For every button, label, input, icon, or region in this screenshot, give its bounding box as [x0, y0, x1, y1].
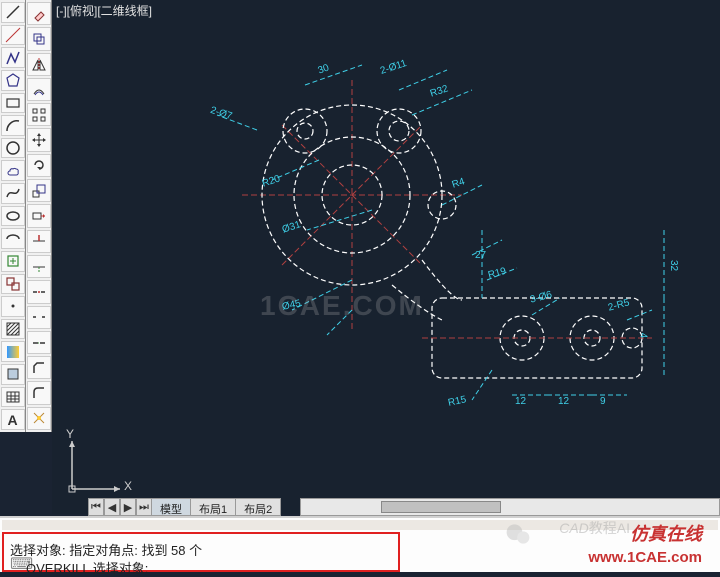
watermark-site-cn: 仿真在线 [630, 520, 702, 546]
rectangle-tool[interactable] [1, 93, 25, 114]
trim-tool[interactable] [27, 230, 51, 253]
tab-model[interactable]: 模型 [152, 498, 191, 516]
tab-layout1[interactable]: 布局1 [191, 498, 236, 516]
dim-32: 32 [668, 260, 679, 271]
draw-toolbar: A [0, 0, 26, 432]
stretch-tool[interactable] [27, 204, 51, 227]
horizontal-scrollbar[interactable] [300, 498, 720, 516]
modify-toolbar [26, 0, 52, 432]
break-at-point-tool[interactable] [27, 280, 51, 303]
make-block-tool[interactable] [1, 274, 25, 295]
hatch-tool[interactable] [1, 319, 25, 340]
construction-line-tool[interactable] [1, 25, 25, 46]
tab-layout2[interactable]: 布局2 [236, 498, 281, 516]
watermark-center: 1CAE.COM [260, 290, 424, 322]
tab-first[interactable]: ⏮ [88, 498, 104, 516]
ellipse-tool[interactable] [1, 206, 25, 227]
tab-last[interactable]: ⏭ [136, 498, 152, 516]
offset-tool[interactable] [27, 78, 51, 101]
mirror-tool[interactable] [27, 53, 51, 76]
layout-tabs: ⏮ ◀ ▶ ⏭ 模型 布局1 布局2 [88, 498, 281, 516]
brand-rest: 教程AI [589, 520, 630, 536]
erase-tool[interactable] [27, 2, 51, 25]
command-history-line: 选择对象: 指定对角点: 找到 58 个 [10, 540, 202, 559]
table-tool[interactable] [1, 387, 25, 408]
scrollbar-thumb[interactable] [381, 501, 501, 513]
break-tool[interactable] [27, 306, 51, 329]
polygon-tool[interactable] [1, 70, 25, 91]
wechat-icon [504, 520, 532, 548]
arc-tool[interactable] [1, 115, 25, 136]
tab-next[interactable]: ▶ [120, 498, 136, 516]
watermark-site-url: www.1CAE.com [588, 549, 702, 566]
ucs-icon: X Y [60, 421, 140, 504]
insert-block-tool[interactable] [1, 251, 25, 272]
command-prompt[interactable]: OVERKILL 选择对象: [26, 558, 148, 577]
join-tool[interactable] [27, 331, 51, 354]
tab-prev[interactable]: ◀ [104, 498, 120, 516]
circle-tool[interactable] [1, 138, 25, 159]
rotate-tool[interactable] [27, 154, 51, 177]
region-tool[interactable] [1, 364, 25, 385]
dim-9: 9 [600, 396, 606, 407]
watermark-brand: CAD教程AI [559, 518, 630, 538]
scale-tool[interactable] [27, 179, 51, 202]
move-tool[interactable] [27, 128, 51, 151]
explode-tool[interactable] [27, 407, 51, 430]
brand-prefix: CAD [559, 520, 589, 536]
line-tool[interactable] [1, 2, 25, 23]
ucs-x-label: X [124, 479, 132, 493]
chamfer-tool[interactable] [27, 356, 51, 379]
ucs-y-label: Y [66, 427, 74, 441]
fillet-tool[interactable] [27, 381, 51, 404]
extend-tool[interactable] [27, 255, 51, 278]
dim-4: 4 [637, 333, 648, 339]
text-icon-label: A [7, 412, 17, 428]
polyline-tool[interactable] [1, 47, 25, 68]
copy-tool[interactable] [27, 27, 51, 50]
point-tool[interactable] [1, 296, 25, 317]
dim-27: 27 [475, 250, 486, 261]
text-tool[interactable]: A [1, 409, 25, 430]
gradient-tool[interactable] [1, 341, 25, 362]
revision-cloud-tool[interactable] [1, 160, 25, 181]
dim-12a: 12 [515, 396, 526, 407]
array-tool[interactable] [27, 103, 51, 126]
viewport-label[interactable]: [-][俯视][二维线框] [56, 2, 152, 19]
drawing-canvas[interactable] [52, 0, 720, 514]
ellipse-arc-tool[interactable] [1, 228, 25, 249]
dim-12b: 12 [558, 396, 569, 407]
spline-tool[interactable] [1, 183, 25, 204]
